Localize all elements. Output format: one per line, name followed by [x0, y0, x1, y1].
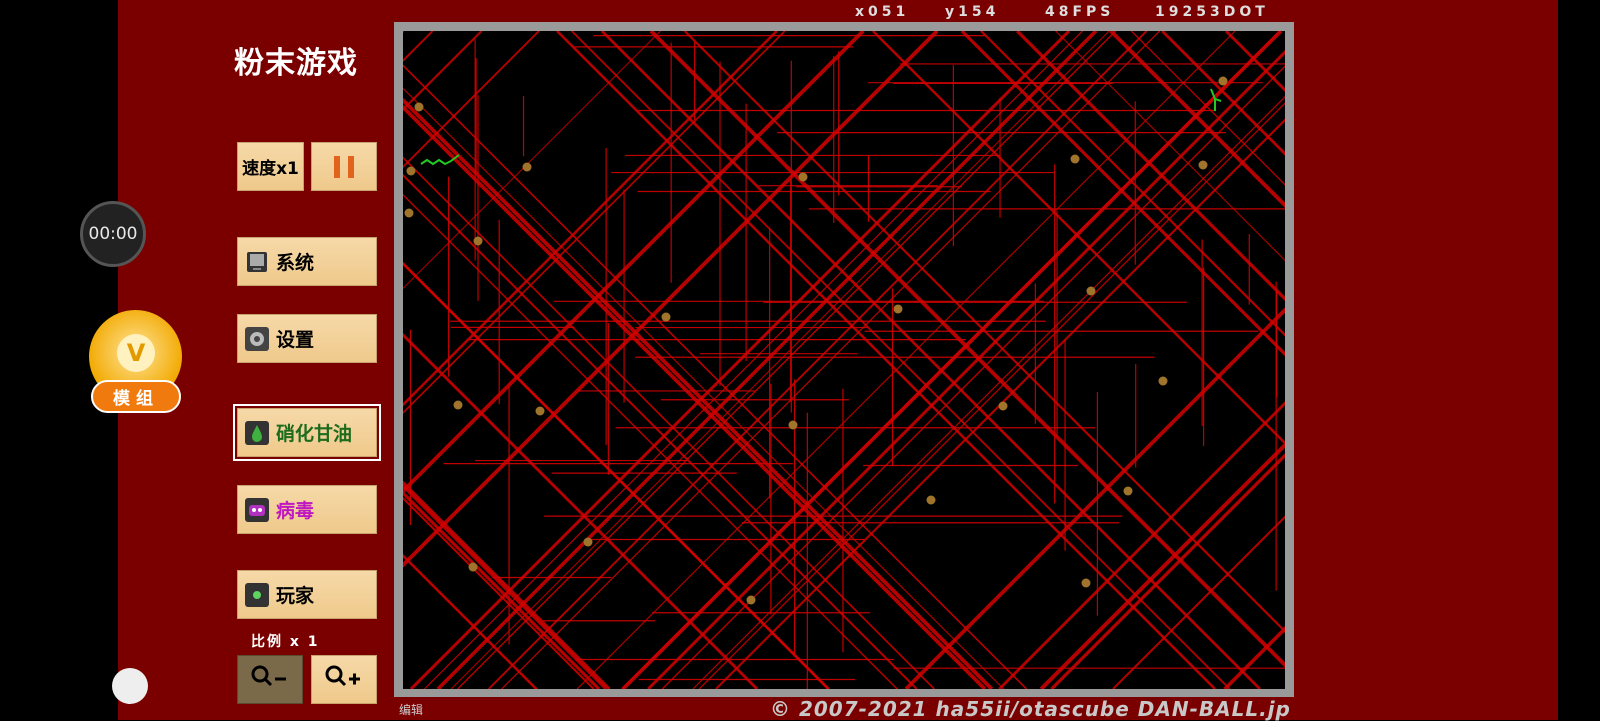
- element-virus-label: 病毒: [276, 496, 314, 523]
- powder-line: [906, 31, 1285, 689]
- powder-line: [403, 31, 897, 689]
- powder-line: [403, 31, 1004, 689]
- powder-dot: [474, 237, 483, 246]
- powder-line: [662, 31, 1285, 689]
- magnifier-minus-icon: [250, 664, 290, 695]
- stats-bar: x051 y154 48FPS 19253DOT: [855, 4, 1285, 24]
- powder-dot: [927, 496, 936, 505]
- powder-line: [1056, 31, 1285, 689]
- powder-dot: [1082, 579, 1091, 588]
- player-button[interactable]: 玩家: [237, 570, 377, 619]
- zoom-out-button[interactable]: [237, 655, 303, 704]
- floating-assistant-button[interactable]: [112, 668, 148, 704]
- dot-counter: 19253DOT: [1155, 4, 1269, 20]
- mod-badge[interactable]: V 模组: [89, 310, 182, 413]
- powder-dot: [894, 305, 903, 314]
- monitor-icon: [244, 249, 270, 275]
- powder-lines: [403, 31, 1285, 689]
- game-title: 粉末游戏: [234, 38, 358, 82]
- recording-timer[interactable]: 00:00: [80, 201, 146, 267]
- powder-dot: [1159, 377, 1168, 386]
- settings-button[interactable]: 设置: [237, 314, 377, 363]
- powder-dot: [1087, 287, 1096, 296]
- edit-label[interactable]: 编辑: [399, 701, 423, 718]
- powder-line: [403, 31, 785, 689]
- powder-dot: [1071, 155, 1080, 164]
- magnifier-plus-icon: [324, 664, 364, 695]
- game-canvas-frame: [394, 22, 1294, 697]
- cursor-y: y154: [945, 4, 999, 20]
- powder-dot: [523, 163, 532, 172]
- powder-line: [403, 31, 985, 689]
- copyright-text: © 2007-2021 ha55ii/otascube DAN-BALL.jp: [770, 697, 1291, 721]
- powder-dot: [1219, 77, 1228, 86]
- powder-line: [1051, 31, 1285, 689]
- powder-line: [572, 31, 1230, 689]
- right-black-bar: [1558, 0, 1600, 720]
- powder-dot: [405, 209, 414, 218]
- powder-dot: [799, 173, 808, 182]
- powder-line: [458, 31, 1116, 689]
- powder-line: [403, 31, 934, 689]
- powder-dot: [454, 401, 463, 410]
- virus-icon: [244, 497, 270, 523]
- powder-dot: [662, 313, 671, 322]
- mod-label: 模组: [91, 380, 181, 413]
- powder-dot: [415, 103, 424, 112]
- powder-dot: [469, 563, 478, 572]
- powder-dot: [789, 421, 798, 430]
- powder-dot: [999, 402, 1008, 411]
- gear-icon: [244, 326, 270, 352]
- pause-button[interactable]: [311, 142, 377, 191]
- powder-line: [502, 31, 1160, 689]
- player-label: 玩家: [276, 581, 314, 608]
- powder-line: [403, 31, 482, 689]
- element-nitroglycerin-button[interactable]: 硝化甘油: [237, 408, 377, 457]
- powder-dot: [747, 596, 756, 605]
- crown-icon: V: [117, 334, 155, 372]
- powder-dot: [1124, 487, 1133, 496]
- zoom-in-button[interactable]: [311, 655, 377, 704]
- scale-label: 比例 x 1: [251, 631, 320, 651]
- powder-line: [602, 31, 1260, 689]
- pause-icon-bar: [348, 156, 354, 178]
- drop-icon: [244, 420, 270, 446]
- cursor-x: x051: [855, 4, 909, 20]
- pause-icon: [334, 156, 340, 178]
- element-nitroglycerin-label: 硝化甘油: [276, 419, 352, 446]
- powder-line: [623, 31, 1281, 689]
- powder-line: [577, 31, 1235, 689]
- powder-dot: [1199, 161, 1208, 170]
- game-canvas[interactable]: [403, 31, 1285, 689]
- settings-label: 设置: [276, 325, 314, 352]
- powder-line: [685, 31, 1285, 689]
- speed-button[interactable]: 速度x1: [237, 142, 304, 191]
- player-dot-icon: [244, 582, 270, 608]
- element-virus-button[interactable]: 病毒: [237, 485, 377, 534]
- fps-counter: 48FPS: [1045, 4, 1114, 20]
- system-label: 系统: [276, 248, 314, 275]
- powder-line: [648, 31, 1285, 689]
- system-button[interactable]: 系统: [237, 237, 377, 286]
- powder-line: [451, 31, 1109, 689]
- powder-line: [981, 31, 1285, 689]
- powder-line: [693, 31, 1285, 689]
- powder-dot: [536, 407, 545, 416]
- powder-line: [411, 31, 1069, 689]
- powder-dot: [584, 538, 593, 547]
- powder-dot: [407, 167, 416, 176]
